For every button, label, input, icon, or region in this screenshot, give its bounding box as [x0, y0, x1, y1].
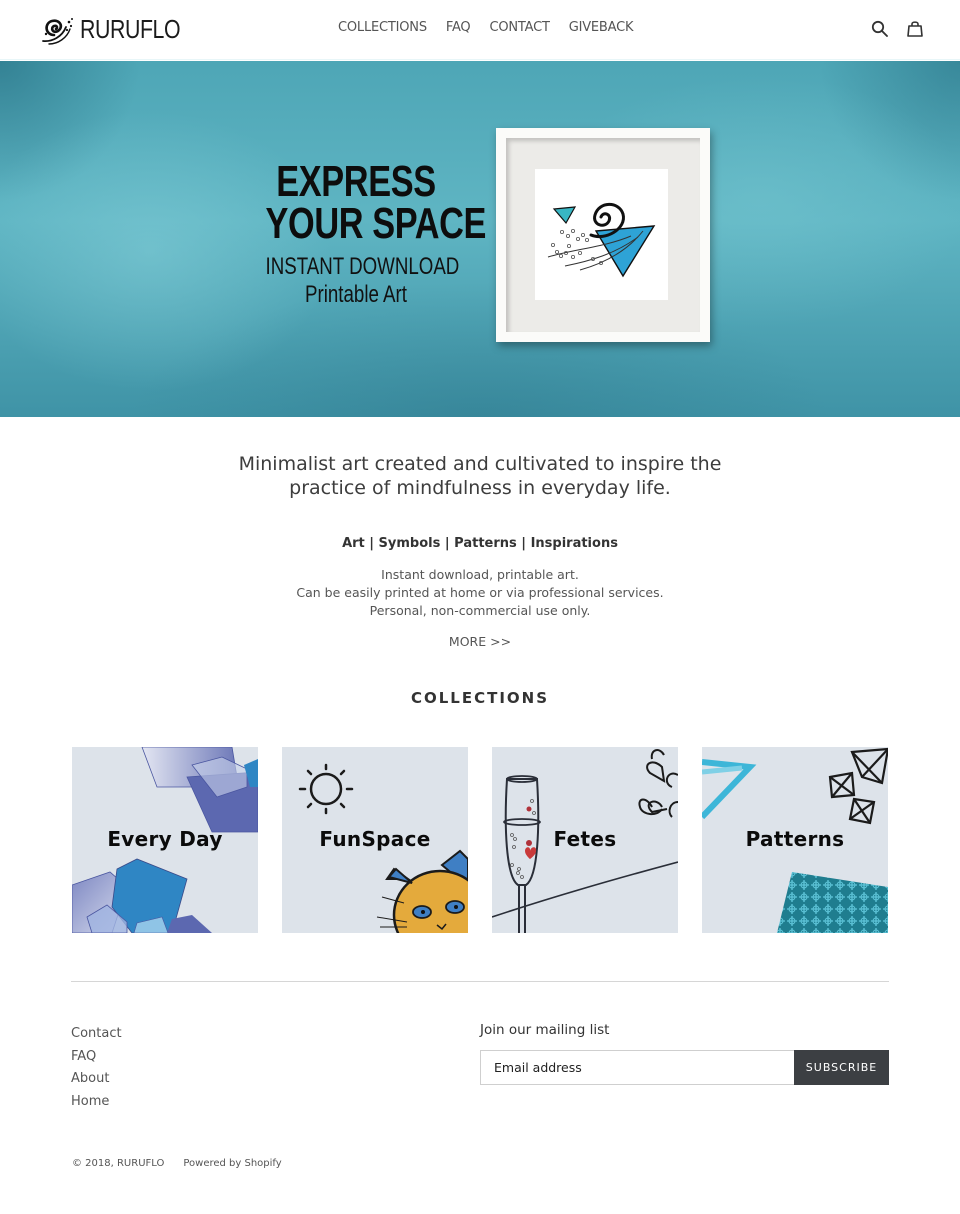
hero-subline-printable: Printable Art [305, 281, 407, 308]
collections-grid: Every Day FunSpace Fetes Patterns [72, 747, 888, 934]
site-header: RURUFLO COLLECTIONS FAQ CONTACT GIVEBACK [0, 0, 960, 60]
intro-heading-line2: practice of mindfulness in everyday life… [289, 477, 671, 499]
search-icon [871, 20, 888, 37]
hero-text: EXPRESS YOUR SPACE INSTANT DOWNLOAD Prin… [240, 157, 487, 309]
artwork-print [535, 169, 668, 300]
collection-label: FunSpace [319, 827, 431, 851]
hero-headline-line2: YOUR SPACE [265, 199, 487, 248]
hero-subline-download: INSTANT DOWNLOAD [265, 253, 460, 280]
ruruflo-logo-icon [42, 18, 73, 45]
search-button[interactable] [869, 18, 891, 40]
intro-tags: Art | Symbols | Patterns | Inspirations [342, 536, 618, 551]
collections-title: COLLECTIONS [410, 689, 550, 707]
intro-desc-line2: Can be easily printed at home or via pro… [296, 585, 664, 600]
subscribe-button[interactable]: SUBSCRIBE [794, 1050, 889, 1085]
collection-card-patterns[interactable]: Patterns [702, 747, 888, 933]
collection-card-fetes[interactable]: Fetes [492, 747, 678, 933]
more-link[interactable]: MORE >> [449, 634, 511, 649]
intro-desc-line1: Instant download, printable art. [381, 567, 579, 582]
nav-faq[interactable]: FAQ [446, 18, 471, 37]
intro-heading-line1: Minimalist art created and cultivated to… [238, 453, 722, 475]
shopping-bag-icon [907, 21, 923, 37]
intro-desc-line3: Personal, non-commercial use only. [369, 603, 591, 618]
collection-card-funspace[interactable]: FunSpace [282, 747, 468, 933]
copyright-text: © 2018, RURUFLO [72, 1158, 165, 1169]
intro-description: Instant download, printable art. Can be … [0, 566, 960, 620]
hero-headline-line1: EXPRESS [276, 157, 436, 206]
nav-giveback[interactable]: GIVEBACK [569, 18, 634, 37]
nav-collections[interactable]: COLLECTIONS [338, 18, 427, 37]
nav-contact[interactable]: CONTACT [489, 18, 549, 37]
newsletter-title: Join our mailing list [480, 1022, 610, 1038]
footer-link-home[interactable]: Home [71, 1094, 109, 1109]
email-input[interactable] [480, 1050, 794, 1085]
newsletter-form: SUBSCRIBE [480, 1050, 889, 1085]
footer-link-faq[interactable]: FAQ [71, 1049, 96, 1064]
brand-name: RURUFLO [80, 13, 181, 44]
copyright-bar: © 2018, RURUFLO Powered by Shopify [72, 1158, 282, 1169]
collection-label: Patterns [745, 827, 845, 851]
footer-link-about[interactable]: About [71, 1071, 109, 1086]
hero-banner[interactable]: EXPRESS YOUR SPACE INSTANT DOWNLOAD Prin… [0, 61, 960, 417]
intro-section: Minimalist art created and cultivated to… [0, 452, 960, 650]
spiral-triangle-art-icon [547, 202, 656, 278]
logo-link[interactable]: RURUFLO [40, 13, 202, 45]
collection-card-every-day[interactable]: Every Day [72, 747, 258, 933]
main-nav: COLLECTIONS FAQ CONTACT GIVEBACK [330, 18, 652, 37]
powered-by-link[interactable]: Powered by Shopify [183, 1158, 281, 1169]
footer-link-contact[interactable]: Contact [71, 1026, 122, 1041]
newsletter-section: Join our mailing list SUBSCRIBE [480, 1022, 889, 1085]
cart-button[interactable] [904, 18, 926, 40]
collection-label: Every Day [107, 827, 223, 851]
footer-divider [71, 981, 889, 982]
framed-artwork [496, 128, 710, 342]
collection-label: Fetes [553, 827, 617, 851]
footer-links: Contact FAQ About Home [71, 1022, 122, 1112]
header-icons [869, 18, 926, 40]
intro-heading: Minimalist art created and cultivated to… [0, 452, 960, 500]
